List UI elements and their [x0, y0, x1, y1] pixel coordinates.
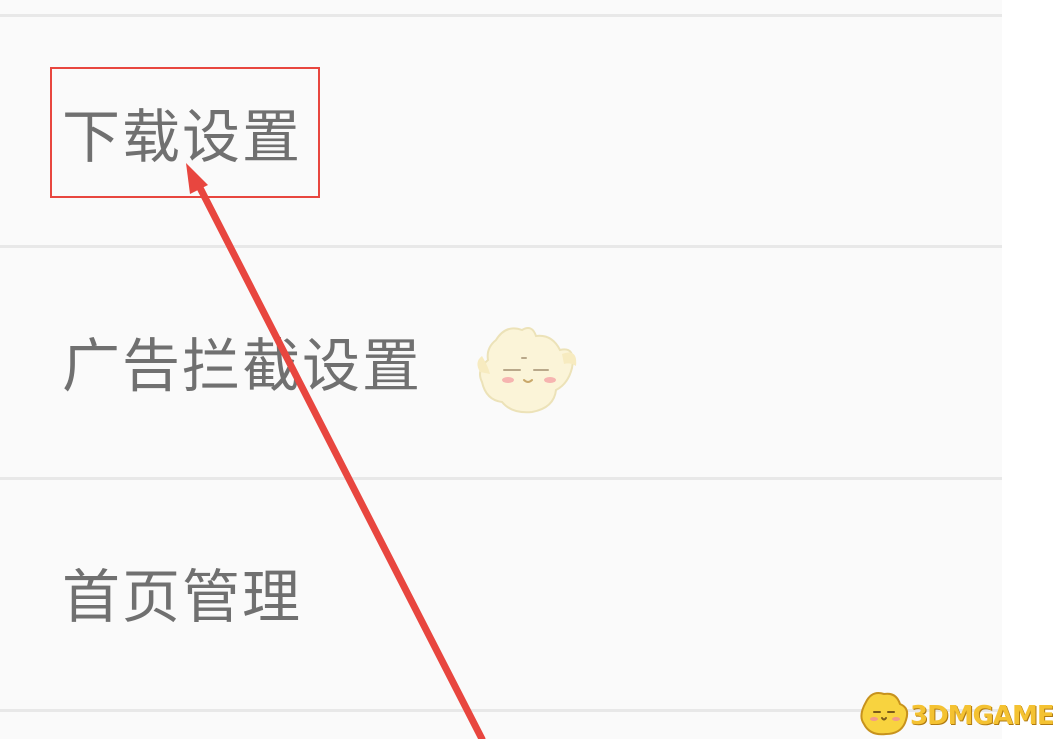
setting-item-homepage[interactable]: 首页管理 — [0, 480, 1002, 709]
watermark: 3DMGAME — [856, 686, 1053, 739]
divider — [0, 709, 1002, 712]
highlight-box — [50, 67, 320, 198]
setting-item-label: 首页管理 — [62, 563, 303, 631]
setting-item-label: 广告拦截设置 — [62, 332, 423, 400]
chick-logo-icon — [860, 692, 909, 736]
watermark-text: 3DMGAME — [910, 701, 1053, 731]
chick-mascot-icon — [477, 327, 577, 414]
